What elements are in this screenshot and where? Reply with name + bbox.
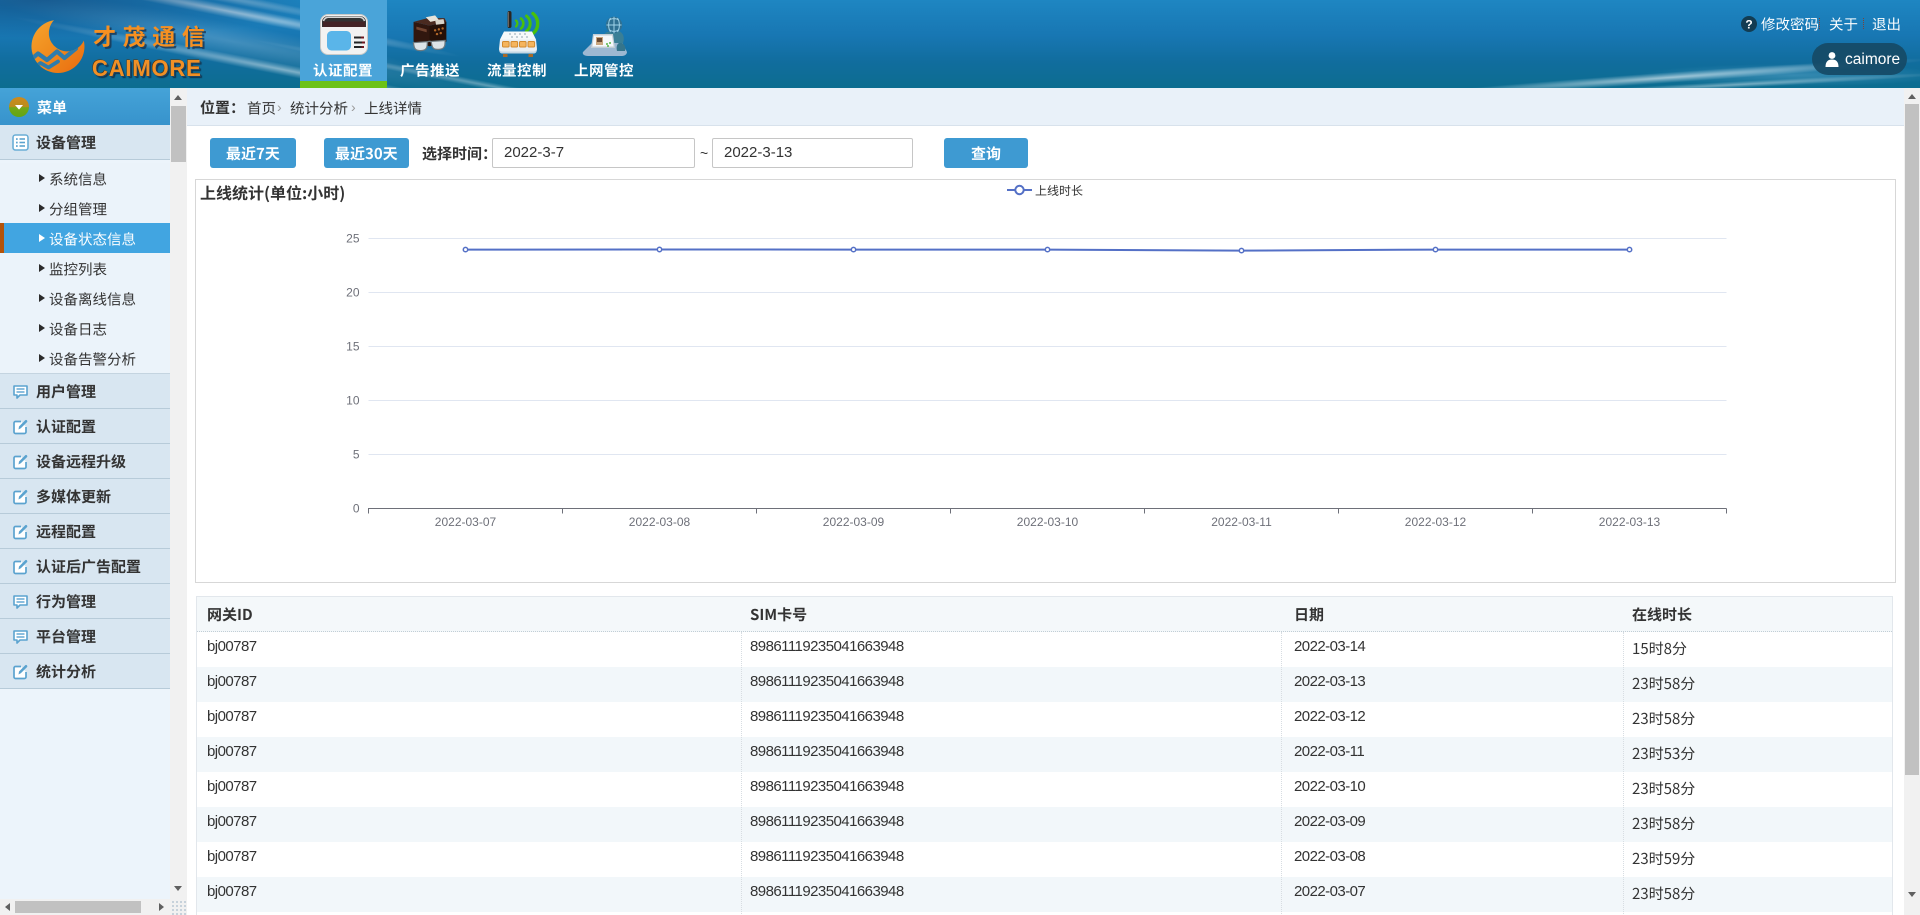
svg-text:5: 5 <box>353 448 360 462</box>
svg-text:2022-03-12: 2022-03-12 <box>1405 515 1467 529</box>
svg-text:0: 0 <box>353 502 360 516</box>
svg-text:2022-03-07: 2022-03-07 <box>435 515 497 529</box>
svg-text:25: 25 <box>346 232 360 246</box>
svg-text:2022-03-09: 2022-03-09 <box>823 515 885 529</box>
svg-text:2022-03-10: 2022-03-10 <box>1017 515 1079 529</box>
svg-text:20: 20 <box>346 286 360 300</box>
svg-text:15: 15 <box>346 340 360 354</box>
svg-text:2022-03-11: 2022-03-11 <box>1211 515 1272 529</box>
svg-text:10: 10 <box>346 394 360 408</box>
svg-text:2022-03-08: 2022-03-08 <box>629 515 691 529</box>
svg-text:2022-03-13: 2022-03-13 <box>1599 515 1661 529</box>
